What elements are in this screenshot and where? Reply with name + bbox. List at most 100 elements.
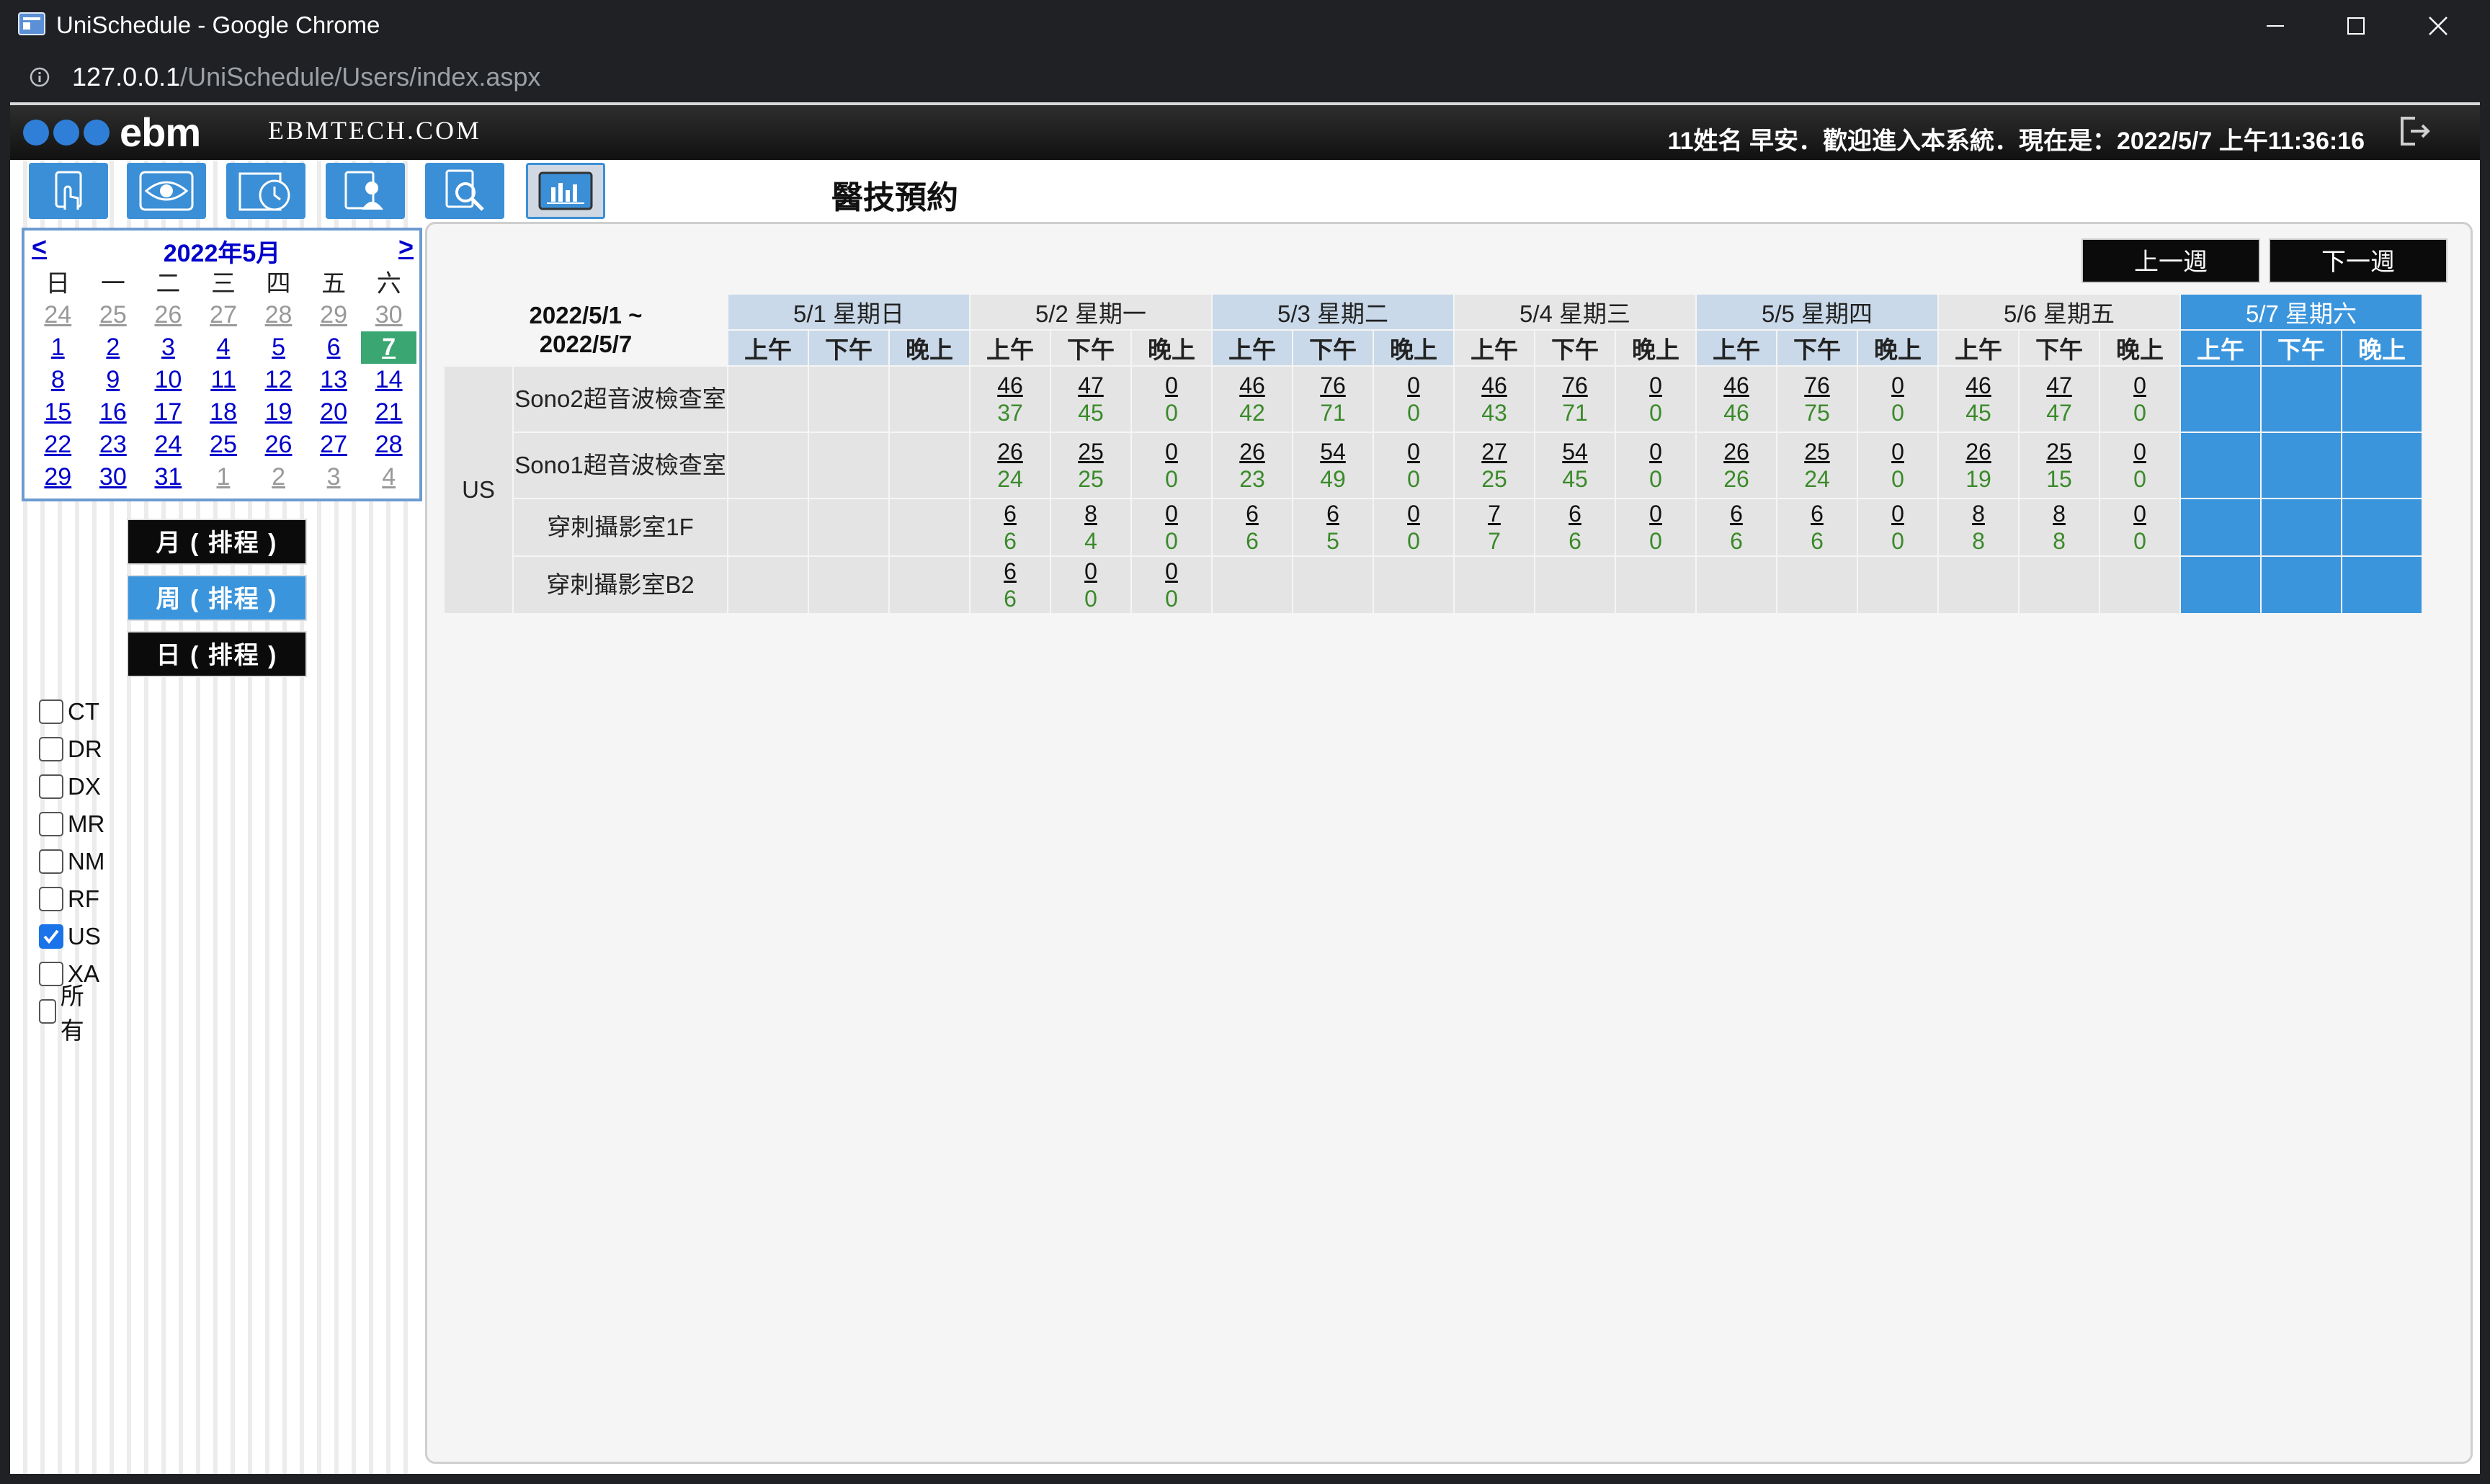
schedule-cell[interactable]: 88 <box>2018 498 2100 557</box>
schedule-cell[interactable]: 00 <box>1130 432 1213 499</box>
modality-option[interactable]: DX <box>39 771 101 803</box>
modality-option[interactable]: DR <box>39 733 102 765</box>
schedule-cell[interactable]: 66 <box>1695 498 1777 557</box>
schedule-cell[interactable]: 00 <box>1130 365 1213 433</box>
address-bar[interactable]: 127.0.0.1/UniSchedule/Users/index.aspx <box>0 52 2490 102</box>
schedule-cell[interactable]: 25 24 <box>1776 432 1858 499</box>
checkbox[interactable] <box>39 999 56 1024</box>
url-text[interactable]: 127.0.0.1/UniSchedule/Users/index.aspx <box>72 62 540 92</box>
calendar-day[interactable]: 25 <box>196 429 251 461</box>
schedule-cell[interactable]: 66 <box>969 555 1051 614</box>
calendar-day[interactable]: 4 <box>196 331 251 364</box>
modality-option[interactable]: MR <box>39 808 104 840</box>
schedule-cell[interactable]: 26 24 <box>969 432 1051 499</box>
schedule-cell[interactable]: 00 <box>1857 365 1939 433</box>
capacity-link[interactable]: 25 <box>1051 438 1130 465</box>
schedule-cell[interactable]: 46 43 <box>1453 365 1535 433</box>
checkbox-checked[interactable] <box>39 924 63 949</box>
capacity-link[interactable]: 46 <box>1213 372 1292 399</box>
calendar-day-today[interactable]: 7 <box>361 331 416 364</box>
capacity-link[interactable]: 54 <box>1293 438 1373 465</box>
checkbox[interactable] <box>39 699 63 724</box>
schedule-cell[interactable]: 66 <box>1211 498 1293 557</box>
calendar-day[interactable]: 17 <box>140 396 196 429</box>
calendar-day[interactable]: 24 <box>30 299 86 331</box>
schedule-cell[interactable]: 00 <box>2099 498 2181 557</box>
calendar-day[interactable]: 1 <box>196 461 251 493</box>
calendar-day[interactable]: 12 <box>251 364 306 396</box>
schedule-cell[interactable]: 88 <box>1937 498 2020 557</box>
capacity-link[interactable]: 8 <box>2020 500 2099 527</box>
capacity-link[interactable]: 8 <box>1051 500 1130 527</box>
modality-option[interactable]: US <box>39 921 101 952</box>
calendar-day[interactable]: 16 <box>86 396 141 429</box>
calendar-day[interactable]: 1 <box>30 331 86 364</box>
next-week-button[interactable]: 下一週 <box>2269 238 2447 283</box>
capacity-link[interactable]: 0 <box>1858 500 1937 527</box>
capacity-link[interactable]: 26 <box>1939 438 2018 465</box>
schedule-cell[interactable]: 26 26 <box>1695 432 1777 499</box>
schedule-cell[interactable]: 76 75 <box>1776 365 1858 433</box>
calendar-day[interactable]: 6 <box>306 331 362 364</box>
calendar-day[interactable]: 30 <box>361 299 416 331</box>
calendar-next-month[interactable]: > <box>398 232 414 262</box>
capacity-link[interactable]: 6 <box>1697 500 1776 527</box>
modality-option[interactable]: RF <box>39 883 99 915</box>
toolbar-search-button[interactable] <box>425 163 504 219</box>
checkbox[interactable] <box>39 887 63 911</box>
schedule-cell[interactable]: 66 <box>1534 498 1616 557</box>
prev-week-button[interactable]: 上一週 <box>2081 238 2260 283</box>
capacity-link[interactable]: 46 <box>1939 372 2018 399</box>
checkbox[interactable] <box>39 774 63 799</box>
day-header[interactable]: 5/7 星期六 <box>2179 293 2423 331</box>
calendar-day[interactable]: 4 <box>361 461 416 493</box>
capacity-link[interactable]: 6 <box>970 558 1050 585</box>
capacity-link[interactable]: 0 <box>2100 438 2179 465</box>
schedule-cell[interactable]: 00 <box>1373 498 1455 557</box>
capacity-link[interactable]: 47 <box>1051 372 1130 399</box>
toolbar-statistics-button[interactable] <box>526 163 605 219</box>
schedule-cell[interactable]: 00 <box>1857 498 1939 557</box>
toolbar-view-button[interactable] <box>127 163 206 219</box>
calendar-day[interactable]: 5 <box>251 331 306 364</box>
capacity-link[interactable]: 26 <box>1213 438 1292 465</box>
capacity-link[interactable]: 0 <box>1616 438 1695 465</box>
calendar-day[interactable]: 18 <box>196 396 251 429</box>
calendar-day[interactable]: 20 <box>306 396 362 429</box>
calendar-day[interactable]: 11 <box>196 364 251 396</box>
schedule-cell[interactable]: 00 <box>1615 365 1697 433</box>
capacity-link[interactable]: 76 <box>1293 372 1373 399</box>
calendar-day[interactable]: 19 <box>251 396 306 429</box>
calendar-day[interactable]: 27 <box>196 299 251 331</box>
capacity-link[interactable]: 0 <box>1374 372 1453 399</box>
calendar-day[interactable]: 3 <box>140 331 196 364</box>
logout-icon[interactable] <box>2393 111 2434 151</box>
schedule-cell[interactable]: 54 49 <box>1292 432 1374 499</box>
calendar-day[interactable]: 28 <box>361 429 416 461</box>
calendar-day[interactable]: 2 <box>251 461 306 493</box>
schedule-cell[interactable]: 00 <box>1130 555 1213 614</box>
day-header[interactable]: 5/2 星期一 <box>969 293 1213 331</box>
schedule-cell[interactable]: 46 45 <box>1937 365 2020 433</box>
calendar-day[interactable]: 14 <box>361 364 416 396</box>
capacity-link[interactable]: 76 <box>1777 372 1857 399</box>
maximize-button[interactable] <box>2327 7 2385 45</box>
calendar-day[interactable]: 27 <box>306 429 362 461</box>
calendar-day[interactable]: 9 <box>86 364 141 396</box>
calendar-day[interactable]: 28 <box>251 299 306 331</box>
toolbar-patient-button[interactable] <box>326 163 405 219</box>
capacity-link[interactable]: 76 <box>1535 372 1615 399</box>
day-header[interactable]: 5/6 星期五 <box>1937 293 2181 331</box>
capacity-link[interactable]: 27 <box>1455 438 1534 465</box>
day-header[interactable]: 5/5 星期四 <box>1695 293 1939 331</box>
month-schedule-button[interactable]: 月 ( 排程 ) <box>127 519 307 565</box>
capacity-link[interactable]: 0 <box>1132 500 1211 527</box>
week-schedule-button[interactable]: 周 ( 排程 ) <box>127 575 307 621</box>
schedule-cell[interactable]: 26 23 <box>1211 432 1293 499</box>
calendar-day[interactable]: 15 <box>30 396 86 429</box>
calendar-day[interactable]: 21 <box>361 396 416 429</box>
checkbox[interactable] <box>39 737 63 761</box>
calendar-day[interactable]: 2 <box>86 331 141 364</box>
day-schedule-button[interactable]: 日 ( 排程 ) <box>127 631 307 677</box>
calendar-day[interactable]: 22 <box>30 429 86 461</box>
